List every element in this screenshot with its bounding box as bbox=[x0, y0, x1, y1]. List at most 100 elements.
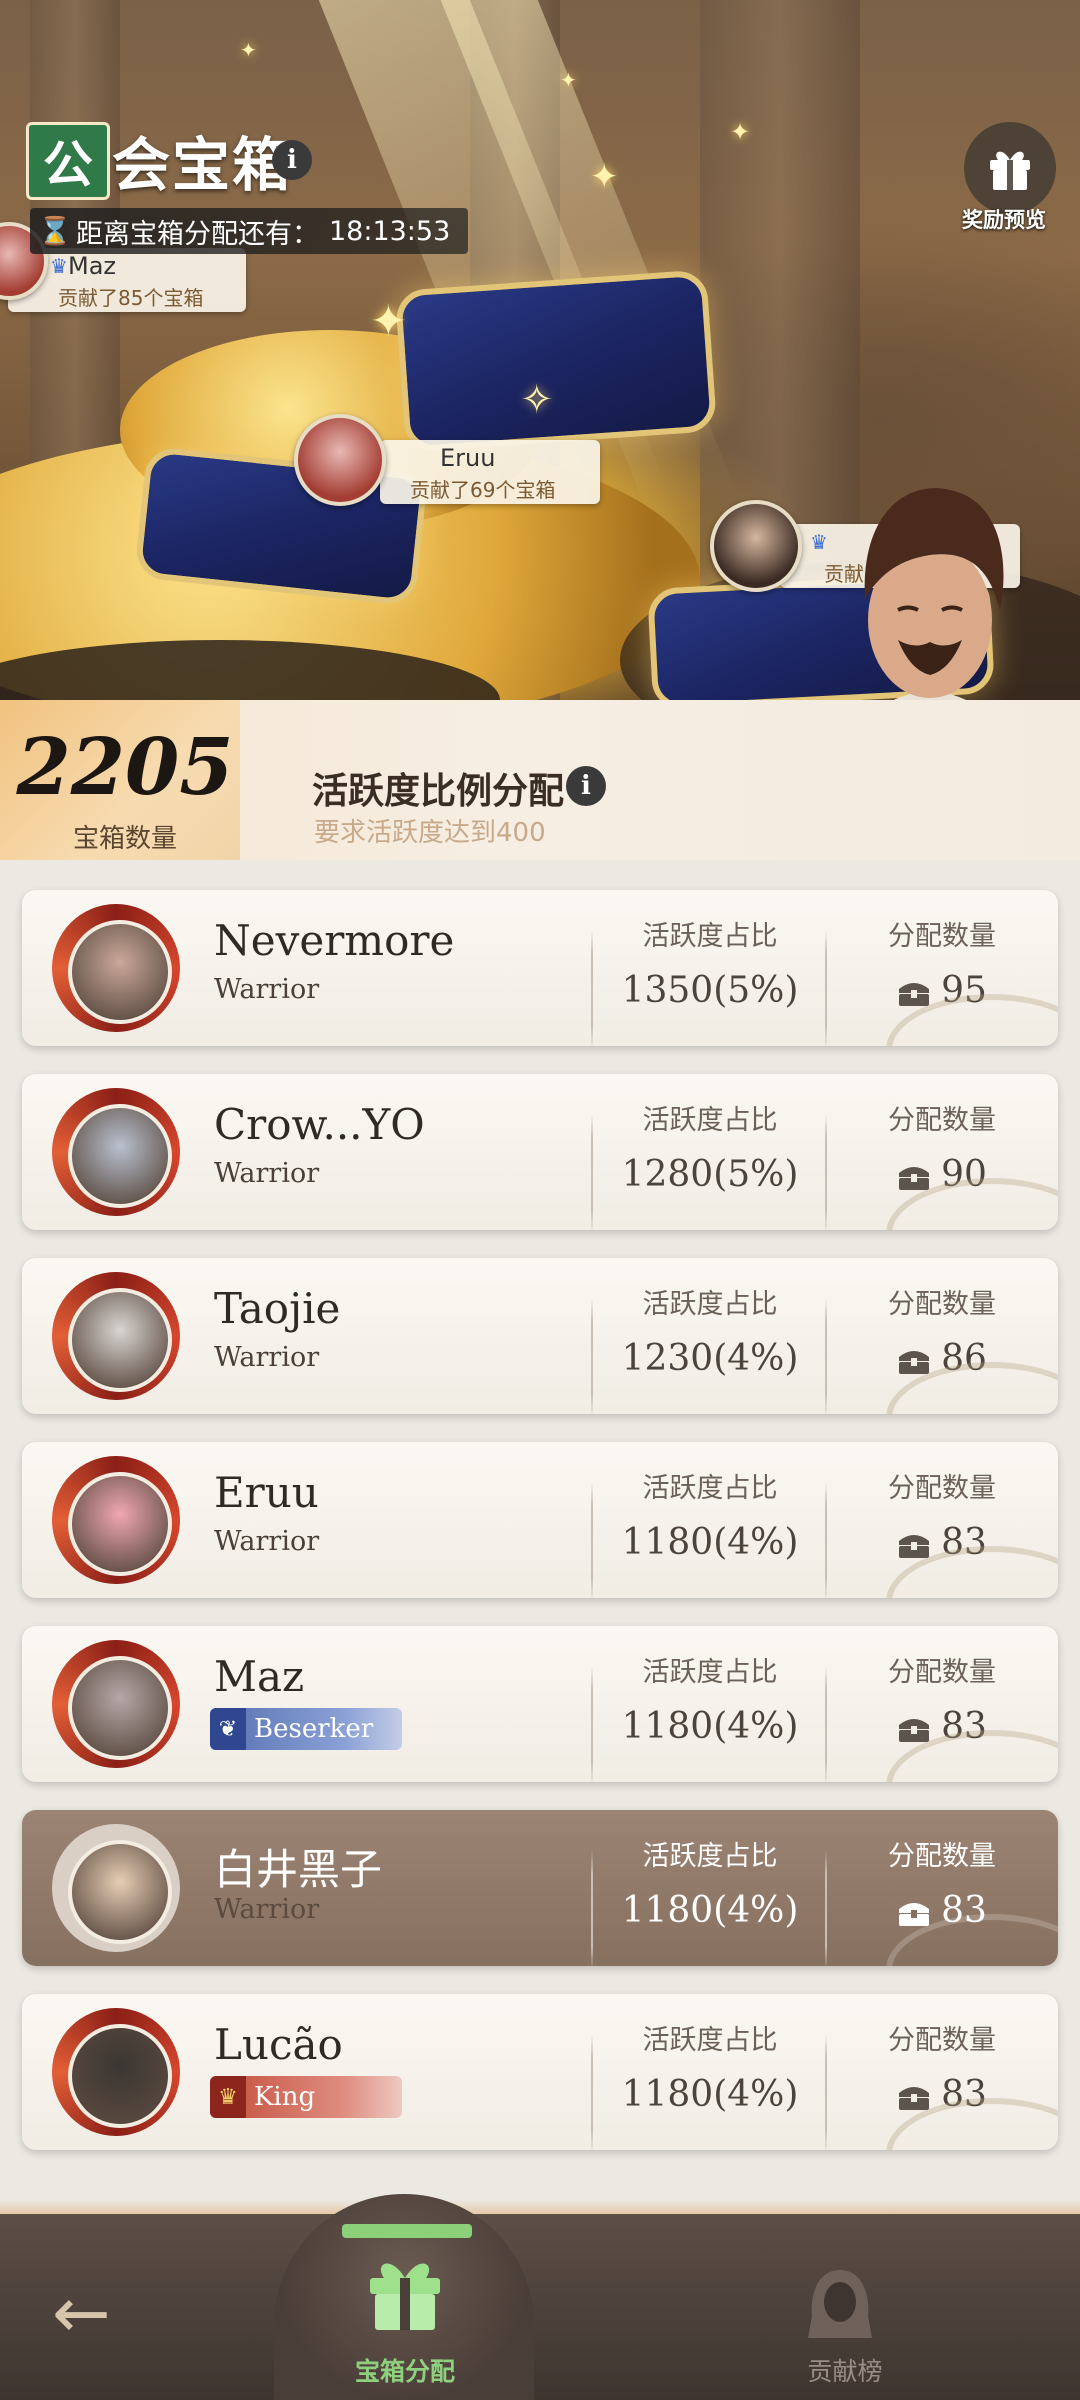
crown-icon: ♛ bbox=[210, 2076, 246, 2118]
hooded-figure-icon[interactable] bbox=[800, 2264, 880, 2344]
allocation-value-wrap: 83 bbox=[822, 1522, 1058, 1563]
treasure-chest bbox=[394, 269, 718, 453]
allocation-value-wrap: 83 bbox=[822, 1706, 1058, 1747]
activity-header: 活跃度占比 bbox=[642, 2025, 778, 2056]
allocation-value: 86 bbox=[941, 1338, 987, 1379]
sparkle-icon: ✦ bbox=[370, 296, 407, 347]
avatar-portrait bbox=[68, 2024, 172, 2128]
activity-header: 活跃度占比 bbox=[642, 1105, 778, 1136]
avatar-portrait bbox=[68, 1472, 172, 1576]
sparkle-icon: ✦ bbox=[730, 118, 751, 146]
allocation-value: 83 bbox=[941, 1890, 987, 1931]
back-arrow-icon[interactable]: ← bbox=[52, 2278, 142, 2348]
member-row[interactable]: Crow...YO Warrior 活跃度占比 1280(5%) 分配数量 90 bbox=[22, 1074, 1058, 1230]
distribution-mode-title: 活跃度比例分配 bbox=[312, 771, 565, 812]
chest-count-label: 宝箱数量 bbox=[72, 824, 177, 854]
activity-header: 活跃度占比 bbox=[642, 1841, 778, 1872]
chest-icon bbox=[899, 2087, 930, 2110]
allocation-value-wrap: 83 bbox=[822, 2074, 1058, 2115]
avatar-portrait bbox=[68, 1104, 172, 1208]
contributor-tag[interactable]: Eruu 贡献了69个宝箱 bbox=[380, 440, 600, 504]
member-name: Maz bbox=[214, 1652, 305, 1701]
chest-icon bbox=[899, 1351, 930, 1374]
activity-value: 1180(4%) bbox=[621, 1706, 799, 1747]
page-title: 会宝箱 bbox=[112, 131, 293, 199]
feather-icon: ❦ bbox=[210, 1708, 246, 1750]
allocation-value-wrap: 90 bbox=[822, 1154, 1058, 1195]
member-row[interactable]: 白井黑子 Warrior 活跃度占比 1180(4%) 分配数量 83 bbox=[22, 1810, 1058, 1966]
member-role: Warrior bbox=[214, 1526, 320, 1557]
allocation-value: 83 bbox=[941, 2074, 987, 2115]
tab-contribution-ranking-label[interactable]: 贡献榜 bbox=[760, 2352, 930, 2388]
activity-header: 活跃度占比 bbox=[642, 1473, 778, 1504]
chest-count-value: 2205 bbox=[16, 722, 234, 813]
chest-icon bbox=[899, 1535, 930, 1558]
sparkle-icon: ✧ bbox=[520, 377, 554, 423]
member-row[interactable]: Maz ❦ Beserker 活跃度占比 1180(4%) 分配数量 83 bbox=[22, 1626, 1058, 1782]
sparkle-icon: ✦ bbox=[590, 157, 619, 197]
member-name: 白井黑子 bbox=[214, 1845, 383, 1894]
allocation-value-wrap: 95 bbox=[822, 970, 1058, 1011]
member-role: Warrior bbox=[214, 1894, 320, 1925]
sparkle-icon: ✦ bbox=[560, 68, 577, 92]
member-avatar[interactable] bbox=[52, 1824, 180, 1952]
gift-icon[interactable] bbox=[360, 2248, 450, 2338]
chest-icon bbox=[899, 1167, 930, 1190]
member-role: Warrior bbox=[214, 974, 320, 1005]
avatar-portrait bbox=[68, 1656, 172, 1760]
contributor-name: Maz bbox=[68, 252, 117, 280]
allocation-header: 分配数量 bbox=[888, 1473, 996, 1504]
distribution-requirement: 要求活跃度达到400 bbox=[314, 818, 546, 848]
member-avatar[interactable] bbox=[52, 1456, 180, 1584]
member-avatar[interactable] bbox=[52, 1640, 180, 1768]
reward-preview-button[interactable] bbox=[964, 122, 1056, 214]
hourglass-icon: ⌛ bbox=[38, 216, 72, 247]
medal-icon: ♛ bbox=[50, 254, 68, 278]
info-icon[interactable]: i bbox=[272, 140, 312, 180]
allocation-value-wrap: 86 bbox=[822, 1338, 1058, 1379]
contributor-name: Eruu bbox=[440, 444, 496, 472]
allocation-value: 83 bbox=[941, 1522, 987, 1563]
sparkle-icon: ✦ bbox=[240, 38, 257, 62]
allocation-value: 83 bbox=[941, 1706, 987, 1747]
member-avatar[interactable] bbox=[52, 1272, 180, 1400]
member-row[interactable]: Nevermore Warrior 活跃度占比 1350(5%) 分配数量 95 bbox=[22, 890, 1058, 1046]
member-avatar[interactable] bbox=[52, 2008, 180, 2136]
allocation-value: 95 bbox=[941, 970, 987, 1011]
countdown-time: 18:13:53 bbox=[329, 215, 451, 247]
activity-header: 活跃度占比 bbox=[642, 1657, 778, 1688]
role-badge-beserker: ❦ Beserker bbox=[210, 1708, 402, 1750]
gift-icon bbox=[990, 151, 1030, 190]
role-badge-king: ♛ King bbox=[210, 2076, 402, 2118]
member-row[interactable]: Eruu Warrior 活跃度占比 1180(4%) 分配数量 83 bbox=[22, 1442, 1058, 1598]
tab-chest-distribution-label[interactable]: 宝箱分配 bbox=[310, 2352, 500, 2388]
member-avatar[interactable] bbox=[52, 904, 180, 1032]
active-tab-indicator bbox=[342, 2224, 472, 2238]
allocation-header: 分配数量 bbox=[888, 1289, 996, 1320]
activity-value: 1180(4%) bbox=[621, 1522, 799, 1563]
member-role: King bbox=[254, 2082, 316, 2112]
title-highlight-char: 公 bbox=[26, 122, 110, 200]
activity-value: 1180(4%) bbox=[621, 2074, 799, 2115]
chest-icon bbox=[899, 1719, 930, 1742]
member-name: Nevermore bbox=[214, 916, 455, 965]
member-row[interactable]: Taojie Warrior 活跃度占比 1230(4%) 分配数量 86 bbox=[22, 1258, 1058, 1414]
allocation-header: 分配数量 bbox=[888, 921, 996, 952]
allocation-value: 90 bbox=[941, 1154, 987, 1195]
member-avatar[interactable] bbox=[52, 1088, 180, 1216]
member-role: Warrior bbox=[214, 1158, 320, 1189]
reward-preview-label[interactable]: 奖励预览 bbox=[962, 204, 1046, 234]
allocation-header: 分配数量 bbox=[888, 1841, 996, 1872]
member-name: Lucão bbox=[214, 2020, 343, 2069]
activity-header: 活跃度占比 bbox=[642, 921, 778, 952]
countdown-label: 距离宝箱分配还有： bbox=[76, 218, 319, 250]
activity-value: 1280(5%) bbox=[621, 1154, 799, 1195]
info-icon[interactable]: i bbox=[566, 766, 606, 806]
allocation-header: 分配数量 bbox=[888, 1105, 996, 1136]
avatar-portrait bbox=[68, 1840, 172, 1944]
activity-value: 1180(4%) bbox=[621, 1890, 799, 1931]
member-row[interactable]: Lucão ♛ King 活跃度占比 1180(4%) 分配数量 83 bbox=[22, 1994, 1058, 2150]
contributor-count: 贡献了85个宝箱 bbox=[58, 286, 204, 310]
member-name: Taojie bbox=[214, 1284, 341, 1333]
allocation-header: 分配数量 bbox=[888, 1657, 996, 1688]
